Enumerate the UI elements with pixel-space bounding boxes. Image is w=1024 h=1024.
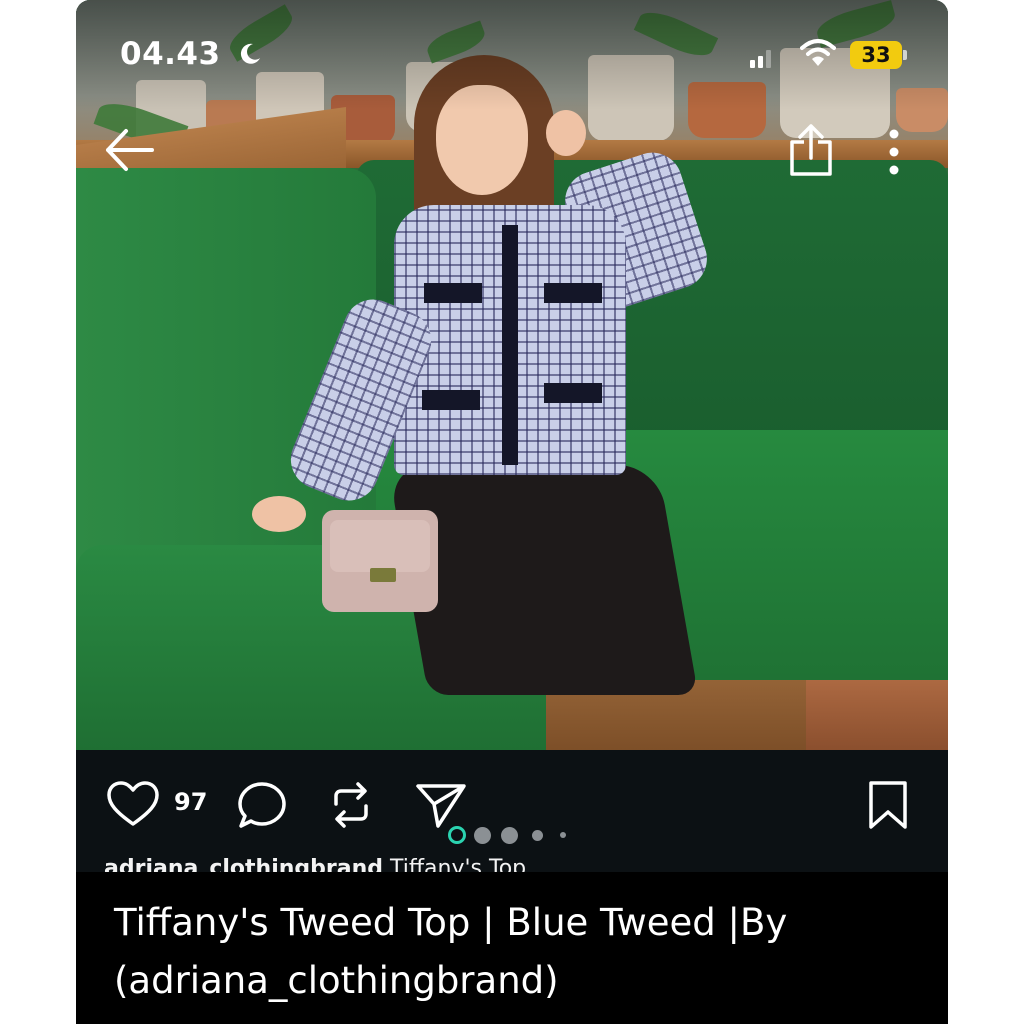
repost-icon[interactable] (328, 780, 374, 830)
status-time: 04.43 (120, 36, 221, 72)
share-icon[interactable] (786, 122, 836, 178)
carousel-dot[interactable] (474, 827, 491, 844)
signal-icon (750, 50, 771, 68)
woman-hand (252, 496, 306, 532)
carousel-dot[interactable] (532, 830, 543, 841)
send-icon[interactable] (414, 780, 468, 830)
jacket-pocket (424, 283, 482, 303)
handbag-clasp (370, 568, 396, 582)
carousel-dot[interactable] (560, 832, 566, 838)
more-vertical-icon[interactable] (876, 126, 912, 178)
carousel-dot[interactable] (501, 827, 518, 844)
like-count[interactable]: 97 (174, 788, 207, 816)
bookmark-icon[interactable] (866, 780, 910, 830)
battery-tip (903, 50, 907, 60)
heart-icon[interactable] (106, 780, 160, 828)
jacket-placket (502, 225, 518, 465)
wifi-icon (800, 39, 836, 66)
handbag-flap (330, 520, 430, 572)
battery-icon: 33 (850, 41, 902, 69)
comment-icon[interactable] (236, 780, 288, 830)
phone-screen: 04.43 33 97 adriana_clothingbrand Tiffan… (76, 0, 948, 1024)
post-action-bar: 97 adriana_clothingbrand Tiffany's Top (76, 750, 948, 881)
caption-line-1: Tiffany's Tweed Top | Blue Tweed |By (114, 901, 788, 944)
woman-hand (546, 110, 586, 156)
carousel-dot-active[interactable] (448, 826, 466, 844)
jacket-pocket (422, 390, 480, 410)
caption-line-2: (adriana_clothingbrand) (114, 959, 559, 1002)
post-photo[interactable] (76, 0, 948, 750)
arrow-left-icon[interactable] (102, 125, 158, 175)
jacket-pocket (544, 283, 602, 303)
moon-icon (240, 43, 260, 64)
handbag (322, 510, 438, 612)
caption-banner: Tiffany's Tweed Top | Blue Tweed |By (ad… (76, 872, 948, 1024)
status-bar: 04.43 33 (76, 0, 948, 110)
wood-table (806, 672, 948, 750)
jacket-pocket (544, 383, 602, 403)
